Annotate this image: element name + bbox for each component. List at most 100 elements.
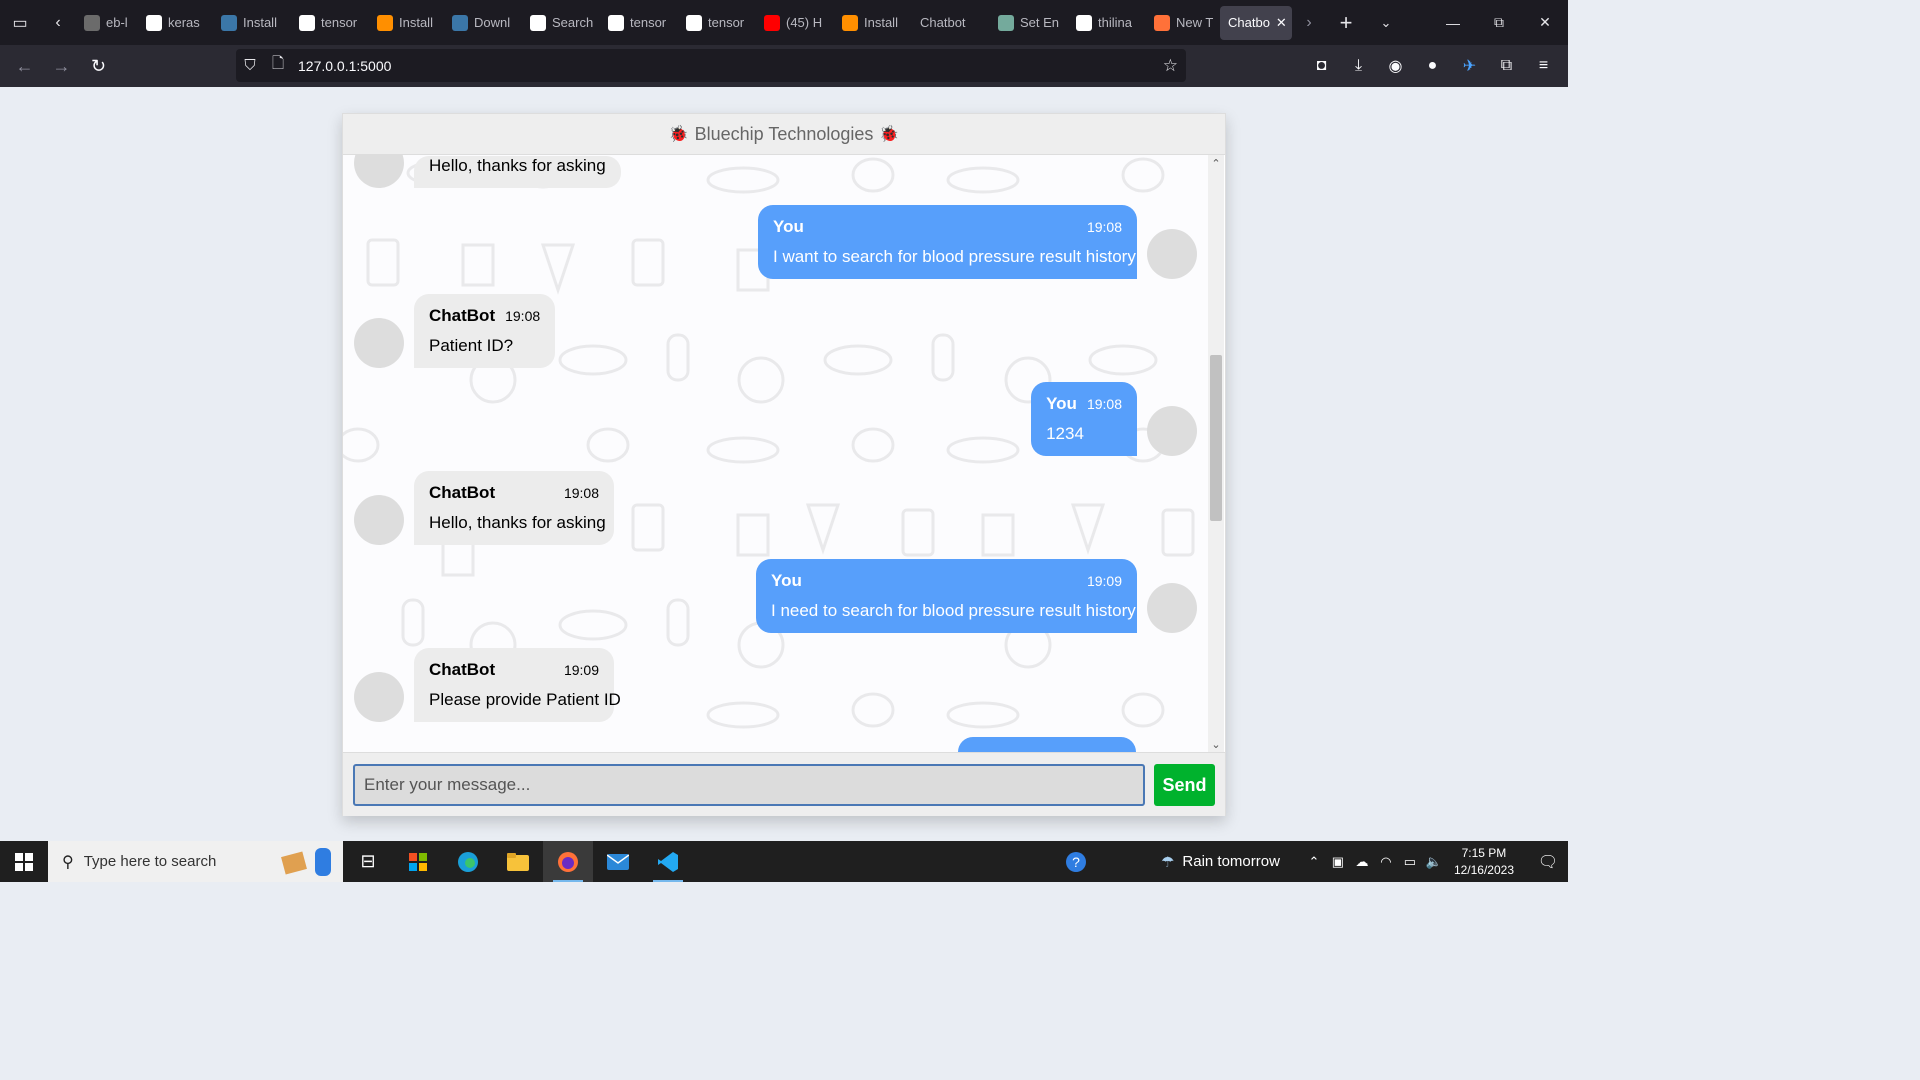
browser-tab[interactable]: (45) H [756, 6, 834, 40]
scroll-up-icon[interactable]: ⌃ [1208, 155, 1224, 171]
browser-nav-bar: ← → ↻ ⛉ 🗋 127.0.0.1:5000 ☆ ◘ ⤓ ◉ ● ✈ ⧉ ≡ [0, 45, 1568, 87]
tab-favicon-icon [530, 14, 546, 31]
search-icon: ⚲ [62, 853, 74, 871]
tab-scroll-right-icon[interactable]: › [1292, 0, 1326, 45]
tab-label: (45) H [786, 15, 823, 30]
tab-label: Install [399, 15, 433, 30]
app-menu-icon[interactable]: ≡ [1525, 45, 1562, 87]
tab-scroll-left-icon[interactable]: ‹ [40, 0, 76, 45]
bot-avatar [354, 318, 404, 368]
extension-plane-icon[interactable]: ✈ [1451, 45, 1488, 87]
tracking-protection-shield-icon[interactable]: ⛉ [236, 57, 264, 74]
chat-message-user: You 19:08 1234 [1031, 382, 1197, 456]
chat-message-user: You 19:09 I need to search for blood pre… [756, 559, 1197, 633]
tab-label: Set En [1020, 15, 1060, 30]
browser-tab[interactable]: New T [1146, 6, 1216, 40]
volume-icon[interactable]: 🔈 [1422, 854, 1446, 870]
show-hidden-icons-icon[interactable]: ⌃ [1302, 854, 1326, 870]
tab-label: Chatbo [1228, 15, 1270, 30]
browser-tab[interactable]: keras [138, 6, 213, 40]
tab-favicon-icon [146, 14, 162, 31]
mail-icon[interactable] [593, 841, 643, 882]
chat-message-bot: ChatBot 19:09 Please provide Patient ID [354, 648, 621, 722]
downloads-icon[interactable]: ⤓ [1340, 45, 1377, 87]
taskbar-search-box[interactable]: ⚲ Type here to search [48, 841, 343, 882]
tab-favicon-icon [84, 14, 100, 31]
tab-favicon-icon [764, 14, 780, 31]
message-text: I want to search for blood pressure resu… [773, 247, 1136, 266]
message-sender: ChatBot [429, 306, 496, 325]
browser-tab[interactable]: tensor [291, 6, 369, 40]
restore-icon[interactable]: ⧉ [1476, 0, 1522, 45]
send-button[interactable]: Send [1154, 764, 1215, 806]
page-info-icon[interactable]: 🗋 [264, 53, 292, 78]
firefox-view-icon[interactable]: ▭ [0, 0, 40, 45]
close-window-icon[interactable]: ✕ [1522, 0, 1568, 45]
message-text: I need to search for blood pressure resu… [771, 601, 1136, 620]
notifications-icon[interactable]: 🗨 [1528, 852, 1568, 872]
browser-tab[interactable]: Downl [444, 6, 522, 40]
message-time: 19:08 [505, 308, 541, 324]
browser-tab[interactable]: Chatbot [912, 6, 990, 40]
battery-icon[interactable]: ▭ [1398, 854, 1422, 870]
firefox-icon[interactable] [543, 841, 593, 882]
chat-window: 🐞 Bluechip Technologies 🐞 Hello, thanks … [342, 113, 1226, 816]
list-all-tabs-icon[interactable]: ⌄ [1366, 0, 1406, 45]
browser-tab[interactable]: tensor [600, 6, 678, 40]
minimize-icon[interactable]: — [1430, 0, 1476, 45]
task-view-icon[interactable]: ⊟ [343, 841, 393, 882]
onedrive-icon[interactable]: ☁ [1350, 854, 1374, 870]
tab-chatbot-active[interactable]: Chatbo ✕ [1220, 5, 1292, 40]
windows-start-icon[interactable] [0, 841, 48, 882]
message-bubble: You 19:08 1234 [1031, 382, 1137, 456]
browser-tab-bar: ▭ ‹ eb-l keras Install tensor Install Downl Se… [0, 0, 1568, 45]
back-icon[interactable]: ← [6, 45, 43, 87]
reload-icon[interactable]: ↻ [80, 45, 117, 87]
search-placeholder: Type here to search [83, 853, 217, 870]
taskbar-clock[interactable]: 7:15 PM 12/16/2023 [1454, 845, 1514, 879]
browser-tab[interactable]: tensor [678, 6, 756, 40]
extensions-puzzle-icon[interactable]: ⧉ [1488, 45, 1525, 87]
message-bubble: You 19:08 I want to search for blood pre… [758, 205, 1137, 279]
scrollbar-thumb[interactable] [1210, 355, 1222, 521]
message-text: Please provide Patient ID [429, 690, 621, 709]
weather-widget[interactable]: ☂ Rain tomorrow [1161, 853, 1280, 871]
edge-browser-icon[interactable] [443, 841, 493, 882]
bug-icon: 🐞 [879, 126, 900, 143]
close-tab-icon[interactable]: ✕ [1276, 15, 1287, 31]
pocket-icon[interactable]: ◘ [1303, 45, 1340, 87]
tab-favicon-icon [1076, 14, 1092, 31]
chat-title: Bluechip Technologies [694, 123, 874, 144]
account-icon[interactable]: ◉ [1377, 45, 1414, 87]
windows-taskbar: ⚲ Type here to search ⊟ ? ☂ Rain tomorro… [0, 841, 1568, 882]
grammarly-extension-icon[interactable]: ● [1414, 45, 1451, 87]
tab-label: tensor [630, 15, 667, 30]
message-input[interactable] [353, 764, 1145, 806]
vscode-icon[interactable] [643, 841, 693, 882]
new-tab-icon[interactable]: + [1326, 0, 1366, 45]
browser-tab[interactable]: Install [213, 6, 291, 40]
browser-tab[interactable]: thilina [1068, 6, 1146, 40]
help-icon[interactable]: ? [1051, 841, 1101, 882]
tab-favicon-icon [299, 14, 315, 31]
message-bubble: Hello, thanks for asking [414, 156, 621, 188]
browser-tab[interactable]: Set En [990, 6, 1068, 40]
browser-tab[interactable]: Install [834, 6, 912, 40]
search-highlight-illustration-icon [281, 848, 331, 876]
scroll-down-icon[interactable]: ⌄ [1208, 736, 1224, 752]
chat-scrollbar[interactable]: ⌃ ⌄ [1208, 155, 1224, 752]
forward-icon[interactable]: → [43, 45, 80, 87]
address-bar[interactable]: ⛉ 🗋 127.0.0.1:5000 ☆ [236, 49, 1186, 82]
microsoft-store-icon[interactable] [393, 841, 443, 882]
browser-tab[interactable]: eb-l [76, 6, 138, 40]
wifi-icon[interactable]: ◠ [1374, 854, 1398, 870]
bookmark-star-icon[interactable]: ☆ [1163, 56, 1178, 76]
file-explorer-icon[interactable] [493, 841, 543, 882]
bug-icon: 🐞 [668, 126, 689, 143]
url-text[interactable]: 127.0.0.1:5000 [298, 58, 391, 74]
browser-tab[interactable]: Search [522, 6, 600, 40]
message-bubble: You 19:09 I need to search for blood pre… [756, 559, 1137, 633]
meet-now-icon[interactable]: ▣ [1326, 854, 1350, 870]
browser-tab[interactable]: Install [369, 6, 444, 40]
chat-messages-area[interactable]: Hello, thanks for asking You 19:08 I wan… [343, 155, 1209, 752]
